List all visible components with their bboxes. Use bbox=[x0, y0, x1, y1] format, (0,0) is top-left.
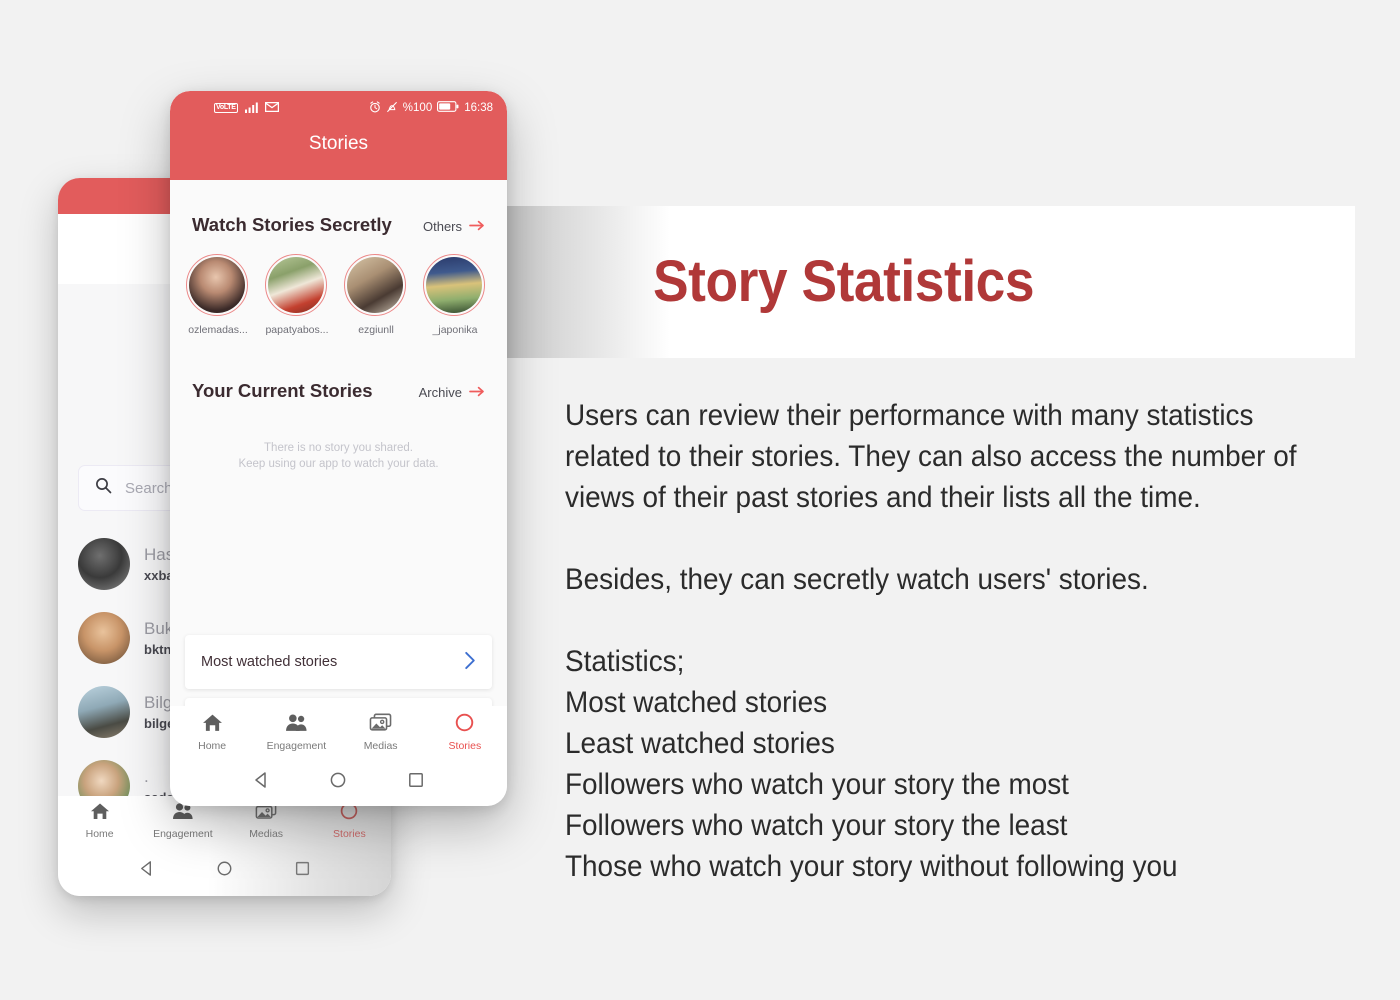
story-avatar bbox=[189, 257, 245, 313]
story-ring bbox=[186, 254, 248, 316]
nav-item-label: Engagement bbox=[153, 828, 213, 840]
chevron-right-icon bbox=[464, 651, 476, 674]
story-avatar bbox=[347, 257, 403, 313]
secret-stories-row: ozlemadas... papatyabos... ezgiunll _jap… bbox=[170, 236, 507, 336]
front-phone-bottom-nav: Home Engagement Medias Stories bbox=[170, 706, 507, 758]
recents-square-icon[interactable] bbox=[407, 771, 425, 794]
arrow-right-icon bbox=[469, 219, 485, 234]
front-phone-mockup: VoLTE %100 16:38 Stories Watch Stories S… bbox=[170, 91, 507, 806]
status-left-icons: VoLTE bbox=[214, 101, 279, 116]
empty-state-line-2: Keep using our app to watch your data. bbox=[238, 458, 439, 470]
avatar bbox=[78, 686, 130, 738]
arrow-right-icon bbox=[469, 385, 485, 400]
home-circle-icon[interactable] bbox=[329, 771, 347, 794]
nav-item-label: Stories bbox=[448, 739, 482, 752]
stats-list-item: Those who watch your story without follo… bbox=[565, 850, 1178, 883]
story-item[interactable]: ezgiunll bbox=[344, 254, 408, 336]
slide-body: Users can review their performance with … bbox=[565, 395, 1318, 887]
stats-list-item: Followers who watch your story the most bbox=[565, 768, 1069, 801]
home-icon bbox=[202, 713, 223, 737]
slide-title: Story Statistics bbox=[653, 249, 1035, 314]
story-item[interactable]: papatyabos... bbox=[265, 254, 329, 336]
avatar bbox=[78, 612, 130, 664]
recents-square-icon[interactable] bbox=[294, 860, 311, 882]
archive-link[interactable]: Archive bbox=[419, 385, 485, 400]
story-item[interactable]: ozlemadas... bbox=[186, 254, 250, 336]
story-ring bbox=[423, 254, 485, 316]
message-icon bbox=[264, 101, 279, 115]
nav-item-medias[interactable]: Medias bbox=[339, 706, 423, 758]
nav-item-home[interactable]: Home bbox=[58, 796, 141, 846]
nav-item-label: Engagement bbox=[266, 739, 327, 752]
story-avatar bbox=[268, 257, 324, 313]
current-section-header: Your Current Stories Archive bbox=[170, 380, 507, 402]
nav-item-label: Medias bbox=[249, 828, 284, 840]
home-circle-icon[interactable] bbox=[216, 860, 233, 882]
nav-item-label: Stories bbox=[333, 828, 366, 840]
nav-item-engagement[interactable]: Engagement bbox=[254, 706, 338, 758]
clock-time: 16:38 bbox=[464, 102, 493, 114]
nav-item-home[interactable]: Home bbox=[170, 706, 254, 758]
stat-card-most-watched[interactable]: Most watched stories bbox=[185, 635, 492, 689]
app-header: VoLTE %100 16:38 Stories bbox=[170, 91, 507, 180]
image-icon bbox=[369, 713, 392, 737]
secret-section-header: Watch Stories Secretly Others bbox=[170, 214, 507, 236]
stat-card-label: Most watched stories bbox=[201, 654, 338, 670]
story-username: papatyabos... bbox=[265, 324, 329, 336]
bell-muted-icon bbox=[386, 101, 398, 116]
others-link[interactable]: Others bbox=[423, 219, 485, 234]
alarm-icon bbox=[369, 100, 381, 116]
back-triangle-icon[interactable] bbox=[252, 771, 270, 794]
stats-list-item: Most watched stories bbox=[565, 686, 828, 719]
stats-list-item: Least watched stories bbox=[565, 727, 835, 760]
back-phone-system-nav bbox=[58, 846, 391, 896]
circle-icon bbox=[454, 713, 475, 737]
paragraph-2: Besides, they can secretly watch users' … bbox=[565, 563, 1149, 596]
volte-icon: VoLTE bbox=[214, 103, 238, 113]
empty-state-message: There is no story you shared. Keep using… bbox=[170, 440, 507, 472]
home-icon bbox=[90, 802, 110, 825]
nav-item-label: Home bbox=[85, 828, 114, 840]
nav-item-label: Medias bbox=[363, 739, 398, 752]
story-ring bbox=[265, 254, 327, 316]
section-title: Watch Stories Secretly bbox=[192, 214, 392, 235]
front-phone-system-nav bbox=[170, 758, 507, 806]
empty-state-line-1: There is no story you shared. bbox=[264, 442, 413, 454]
battery-percent-label: %100 bbox=[402, 102, 433, 114]
archive-link-label: Archive bbox=[418, 385, 462, 400]
battery-icon bbox=[437, 101, 459, 115]
nav-item-label: Home bbox=[198, 739, 227, 752]
nav-item-stories[interactable]: Stories bbox=[423, 706, 507, 758]
avatar bbox=[78, 538, 130, 590]
page-title: Stories bbox=[308, 133, 369, 154]
search-icon bbox=[95, 477, 112, 499]
story-item[interactable]: _japonika bbox=[423, 254, 487, 336]
story-username: ozlemadas... bbox=[188, 324, 248, 336]
front-phone-content: Watch Stories Secretly Others ozlemadas.… bbox=[170, 180, 507, 718]
status-right-icons: %100 16:38 bbox=[369, 100, 493, 116]
story-ring bbox=[344, 254, 406, 316]
section-title: Your Current Stories bbox=[192, 380, 373, 401]
story-avatar bbox=[426, 257, 482, 313]
front-phone-status-bar: VoLTE %100 16:38 bbox=[170, 91, 507, 125]
stats-list-item: Followers who watch your story the least bbox=[565, 809, 1068, 842]
story-username: ezgiunll bbox=[358, 324, 394, 336]
story-username: _japonika bbox=[432, 324, 478, 336]
stats-heading: Statistics; bbox=[565, 645, 685, 678]
signal-icon bbox=[243, 101, 260, 116]
back-triangle-icon[interactable] bbox=[138, 860, 155, 882]
others-link-label: Others bbox=[422, 219, 462, 234]
people-icon bbox=[285, 713, 308, 737]
paragraph-1: Users can review their performance with … bbox=[565, 399, 1297, 514]
